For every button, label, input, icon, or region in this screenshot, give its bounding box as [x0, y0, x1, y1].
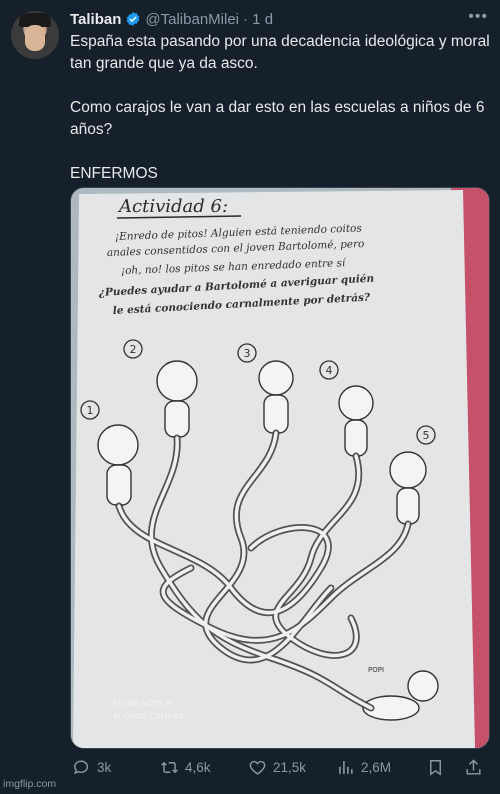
- tweet-paragraph: España esta pasando por una decadencia i…: [70, 33, 490, 72]
- author-avatar[interactable]: [11, 11, 59, 59]
- share-icon: [466, 759, 481, 775]
- views-chart-icon: [339, 761, 353, 774]
- figure-number: 1: [87, 404, 94, 417]
- repost-count: 4,6k: [185, 760, 211, 775]
- like-button[interactable]: 21,5k: [248, 758, 306, 777]
- worksheet-title: Actividad 6:: [117, 196, 228, 217]
- tweet-photo[interactable]: Actividad 6: ¡Enredo de pitos! Alguien e…: [70, 187, 490, 749]
- view-count: 2,6M: [361, 760, 392, 775]
- like-count: 21,5k: [273, 760, 307, 775]
- repost-button[interactable]: 4,6k: [160, 758, 211, 777]
- more-options-icon[interactable]: •••: [468, 8, 488, 26]
- tweet-time[interactable]: · 1 d: [243, 11, 273, 28]
- imgflip-watermark: imgflip.com: [3, 778, 57, 790]
- author-name[interactable]: Taliban: [70, 11, 121, 28]
- camera-watermark-model: REDMI NOTE 8: [113, 699, 171, 708]
- popi-label: POPI: [368, 666, 384, 674]
- reply-count: 3k: [97, 760, 112, 775]
- figure-number: 5: [423, 429, 430, 442]
- tweet-paragraph: ENFERMOS: [70, 165, 158, 182]
- author-handle[interactable]: @TalibanMilei: [145, 11, 239, 28]
- verified-badge-icon: [127, 12, 140, 26]
- camera-watermark-camera: AI QUAD CAMERA: [113, 712, 184, 721]
- bookmark-icon: [430, 760, 441, 776]
- heart-icon: [249, 760, 266, 775]
- figure-number: 2: [130, 343, 137, 356]
- figure-number: 3: [244, 347, 251, 360]
- tweet-text: España esta pasando por una decadencia i…: [70, 31, 490, 207]
- share-button[interactable]: [464, 758, 489, 777]
- views-button[interactable]: 2,6M: [336, 758, 391, 777]
- reply-button[interactable]: 3k: [72, 758, 111, 777]
- tweet-actions: 3k 4,6k 21,5k 2,6M: [70, 758, 488, 780]
- bookmark-button[interactable]: [426, 758, 451, 777]
- tweet-paragraph: Como carajos le van a dar esto en las es…: [70, 99, 485, 138]
- figure-number: 4: [326, 364, 333, 377]
- reply-icon: [74, 760, 89, 775]
- repost-icon: [161, 761, 178, 774]
- tweet-header: Taliban @TalibanMilei · 1 d: [70, 9, 488, 29]
- worksheet-photo: Actividad 6: ¡Enredo de pitos! Alguien e…: [71, 188, 489, 748]
